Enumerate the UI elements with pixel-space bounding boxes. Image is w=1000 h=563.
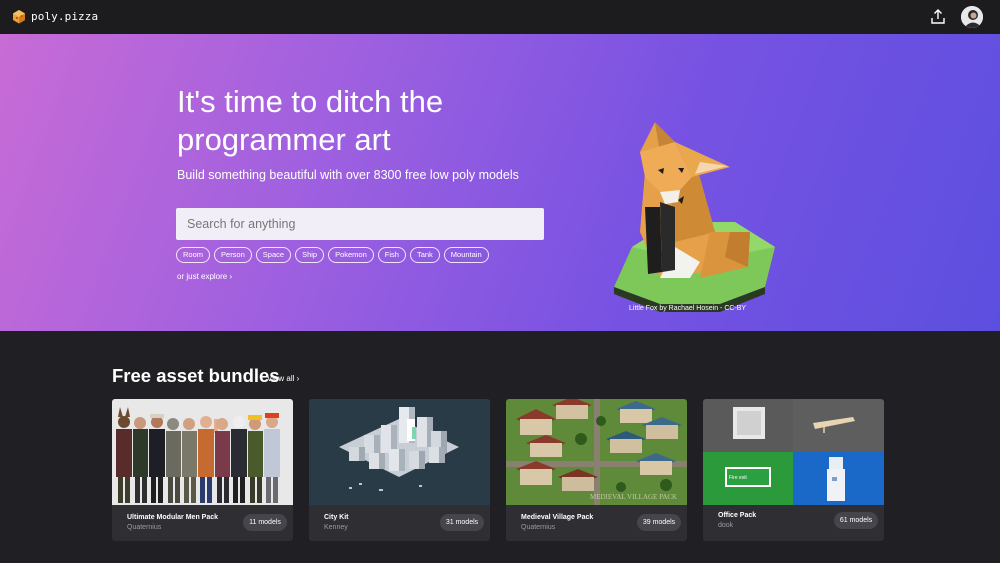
model-credit: Little Fox by Rachael Hosein - CC-BY xyxy=(629,305,747,312)
bundle-model-count: 11 models xyxy=(243,514,287,531)
bundle-thumbnail: Fire exit xyxy=(703,399,884,505)
user-avatar[interactable] xyxy=(961,6,983,28)
tag-tank[interactable]: Tank xyxy=(409,247,440,263)
bundle-author: dook xyxy=(718,522,734,529)
hero-title-line2: programmer art xyxy=(177,122,391,157)
bundle-model-count: 31 models xyxy=(440,514,484,531)
view-all-link[interactable]: View all › xyxy=(267,374,299,383)
bundle-author: Kenney xyxy=(324,524,348,531)
search-input[interactable] xyxy=(176,208,544,240)
medieval-watermark: MEDIEVAL VILLAGE PACK xyxy=(590,493,677,501)
bundle-title: Ultimate Modular Men Pack xyxy=(127,514,219,521)
bundle-author: Quaternius xyxy=(521,524,556,531)
bundle-card-modular-men[interactable]: Ultimate Modular Men Pack Quaternius 11 … xyxy=(112,399,293,541)
brand-logo[interactable]: poly.pizza xyxy=(12,9,98,24)
hero-title-line1: It's time to ditch the xyxy=(177,84,444,119)
bundle-card-city-kit[interactable]: City Kit Kenney 31 models xyxy=(309,399,490,541)
bundle-thumbnail xyxy=(112,399,293,505)
bundle-title: Office Pack xyxy=(718,512,757,519)
top-navbar: poly.pizza xyxy=(0,0,1000,34)
tag-fish[interactable]: Fish xyxy=(377,247,406,263)
bundle-thumbnail xyxy=(309,399,490,505)
bundle-thumbnail: MEDIEVAL VILLAGE PACK xyxy=(506,399,687,505)
fox-model-image[interactable] xyxy=(600,82,780,312)
tag-person[interactable]: Person xyxy=(214,247,252,263)
bundle-title: City Kit xyxy=(324,514,349,521)
search-tags: Room Person Space Ship Pokemon Fish Tank… xyxy=(176,247,489,263)
bundle-model-count: 39 models xyxy=(637,514,681,531)
tag-mountain[interactable]: Mountain xyxy=(443,247,489,263)
bundle-author: Quaternius xyxy=(127,524,162,531)
tag-room[interactable]: Room xyxy=(176,247,211,263)
hero-title: It's time to ditch the programmer art xyxy=(177,83,577,159)
hero-subtitle: Build something beautiful with over 8300… xyxy=(177,168,519,182)
upload-icon[interactable] xyxy=(929,8,947,26)
tag-ship[interactable]: Ship xyxy=(295,247,325,263)
tag-space[interactable]: Space xyxy=(255,247,292,263)
bundle-title: Medieval Village Pack xyxy=(521,514,594,521)
bundles-heading: Free asset bundles xyxy=(112,365,280,386)
explore-link[interactable]: or just explore › xyxy=(177,272,232,281)
bundle-model-count: 61 models xyxy=(834,512,878,529)
brand-name: poly.pizza xyxy=(31,10,99,23)
fire-exit-text: Fire exit xyxy=(729,475,747,481)
bundle-card-medieval-village[interactable]: MEDIEVAL VILLAGE PACK Medieval Village P… xyxy=(506,399,687,541)
bundle-card-office-pack[interactable]: Fire exit Office Pack dook 61 models xyxy=(703,399,884,541)
pizza-logo-icon xyxy=(13,10,25,24)
avatar-image xyxy=(961,6,983,28)
hero-banner: It's time to ditch the programmer art Bu… xyxy=(0,34,1000,331)
tag-pokemon[interactable]: Pokemon xyxy=(328,247,374,263)
